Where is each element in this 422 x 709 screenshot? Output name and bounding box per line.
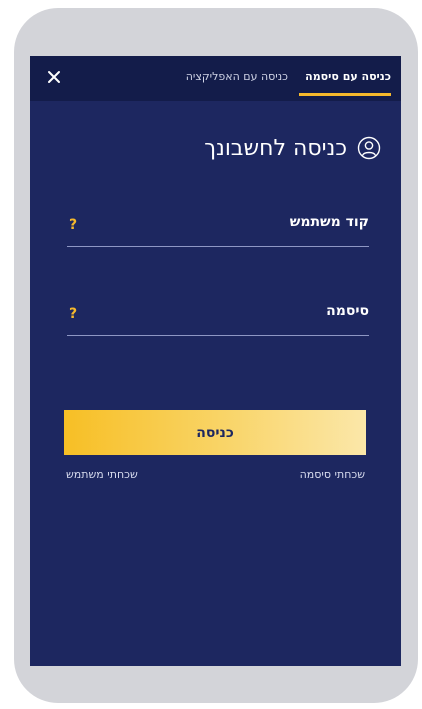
page-title: כניסה לחשבונך <box>204 135 347 161</box>
close-icon <box>48 71 60 83</box>
forgot-password-link[interactable]: שכחתי סיסמה <box>300 468 365 481</box>
password-input[interactable] <box>105 297 369 333</box>
title-row: כניסה לחשבונך <box>204 130 381 166</box>
username-field: קוד משתמש ? <box>67 206 369 247</box>
user-circle-icon <box>357 136 381 160</box>
forgot-username-link[interactable]: שכחתי משתמש <box>66 468 138 481</box>
login-screen: כניסה עם סיסמה כניסה עם האפליקציה כניסה … <box>30 56 401 666</box>
device-frame: כניסה עם סיסמה כניסה עם האפליקציה כניסה … <box>14 8 418 703</box>
password-field: סיסמה ? <box>67 295 369 336</box>
close-button[interactable] <box>42 65 66 89</box>
login-button[interactable]: כניסה <box>64 410 366 455</box>
tab-password-login[interactable]: כניסה עם סיסמה <box>305 70 391 83</box>
username-help-icon[interactable]: ? <box>69 217 77 233</box>
tab-bar: כניסה עם סיסמה כניסה עם האפליקציה <box>30 56 401 101</box>
active-tab-indicator <box>299 93 391 96</box>
password-help-icon[interactable]: ? <box>69 306 77 322</box>
tab-app-login[interactable]: כניסה עם האפליקציה <box>186 70 288 83</box>
username-input[interactable] <box>105 208 369 244</box>
